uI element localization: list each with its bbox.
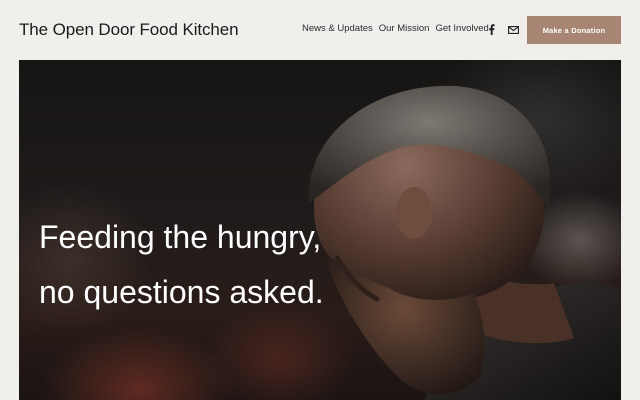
hero-heading-line-1: Feeding the hungry, <box>39 219 322 255</box>
site-header: The Open Door Food Kitchen News & Update… <box>0 0 640 60</box>
hero-section: Feeding the hungry, no questions asked. <box>19 60 621 400</box>
hero-man-image <box>308 85 621 400</box>
nav-link-our-mission[interactable]: Our Mission <box>379 23 430 34</box>
make-donation-button[interactable]: Make a Donation <box>527 16 621 44</box>
nav-link-news-updates[interactable]: News & Updates <box>302 23 373 34</box>
site-title[interactable]: The Open Door Food Kitchen <box>19 20 239 40</box>
hero-heading-line-2: no questions asked. <box>39 274 324 310</box>
hero-heading: Feeding the hungry, no questions asked. <box>39 210 324 320</box>
main-nav: News & Updates Our Mission Get Involved <box>302 23 489 34</box>
social-links <box>485 23 520 36</box>
email-icon[interactable] <box>507 23 520 36</box>
facebook-icon[interactable] <box>485 23 498 36</box>
nav-link-get-involved[interactable]: Get Involved <box>435 23 488 34</box>
